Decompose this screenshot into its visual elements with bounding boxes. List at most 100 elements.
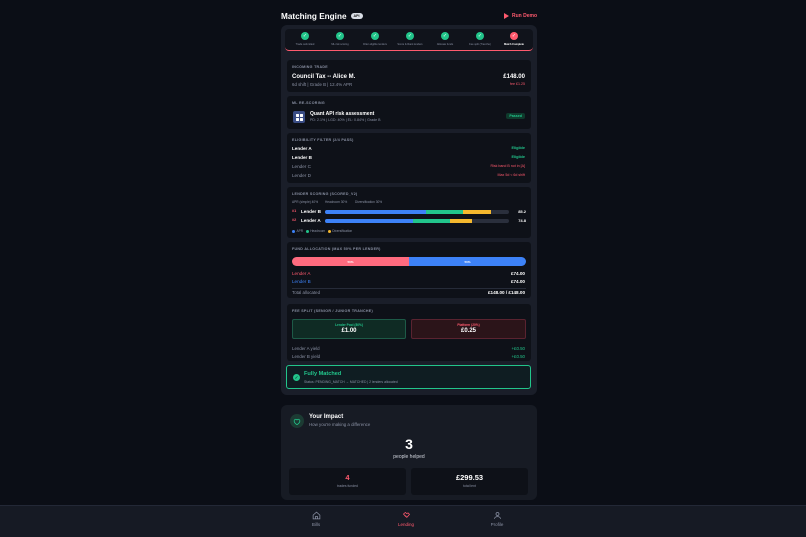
fee-value: £1.00 xyxy=(341,328,357,334)
fee-split-card: FEE SPLIT (SENIOR / JUNIOR TRANCHE) Lend… xyxy=(287,304,531,361)
section-title: LENDER SCORING (SCORED_V2) xyxy=(292,192,358,196)
section-title: FUND ALLOCATION (MAX 50% PER LENDER) xyxy=(292,247,381,251)
eligibility-result: Risk band B not in [A] xyxy=(490,164,525,168)
step-5[interactable]: ✓ Allocate funds xyxy=(427,32,463,46)
step-6[interactable]: ✓ Fee split (Tranche) xyxy=(462,32,498,46)
trade-details: 6d shift | Grade B | 12.4% APR xyxy=(292,82,353,87)
legend-dot xyxy=(305,229,309,233)
score-bar xyxy=(325,219,509,223)
impact-card: Your Impact How you're making a differen… xyxy=(281,405,537,500)
bottom-nav: Bills Lending Profile xyxy=(0,505,806,537)
yield-value: +£0.50 xyxy=(511,354,525,359)
step-2[interactable]: ✓ ML risk scoring xyxy=(322,32,358,46)
apr-segment xyxy=(325,210,427,214)
allocation-amount: £74.00 xyxy=(510,279,525,284)
step-1[interactable]: ✓ Trade submitted xyxy=(287,32,323,46)
impact-title: Your Impact xyxy=(309,414,344,420)
ml-model-name: Quant API risk assessment xyxy=(310,111,375,117)
yield-label: Lender B yield xyxy=(292,354,321,359)
match-status-card: ✓ Fully Matched Status: PENDING_MATCH → … xyxy=(286,365,531,389)
score-value: 74.8 xyxy=(518,218,526,223)
stat-value: 4 xyxy=(345,473,350,482)
step-4[interactable]: ✓ Score & Rank lenders xyxy=(392,32,428,46)
allocation-bar: 50% 50% xyxy=(292,257,526,266)
progress-steps: ✓ Trade submitted ✓ ML risk scoring ✓ Filte… xyxy=(285,29,533,51)
page-header: Matching Engine API Run Demo xyxy=(281,10,537,22)
check-icon: ✓ xyxy=(371,32,379,40)
weight-label: APR (simple) 40% xyxy=(292,200,319,204)
legend-dot xyxy=(327,229,331,233)
trade-fee: fee £1.25 xyxy=(510,82,525,86)
run-demo-label: Run Demo xyxy=(512,13,537,19)
step-label: Match Complete xyxy=(503,43,525,46)
lender-name: Lender B xyxy=(292,155,312,160)
eligibility-card: ELIGIBILITY FILTER (2/4 PASS) Lender A E… xyxy=(287,133,531,183)
score-bar xyxy=(325,210,509,214)
match-details: Status: PENDING_MATCH → MATCHED | 2 lend… xyxy=(304,379,398,384)
apr-segment xyxy=(325,219,414,223)
step-label: Trade submitted xyxy=(295,43,315,46)
lender-name: Lender C xyxy=(292,164,311,169)
divider xyxy=(292,288,526,289)
fund-allocation-card: FUND ALLOCATION (MAX 50% PER LENDER) 50%… xyxy=(287,242,531,298)
lender-name: Lender D xyxy=(292,173,311,178)
status-badge: Passed xyxy=(506,113,525,119)
nav-label: Profile xyxy=(490,522,504,527)
section-title: ML RE-SCORING xyxy=(292,101,325,105)
lender-pool-box: Lender Pool (80%) £1.00 xyxy=(292,319,406,339)
impact-subtitle: How you're making a difference xyxy=(309,422,371,427)
check-icon: ✓ xyxy=(301,32,309,40)
engine-panel: ✓ Trade submitted ✓ ML risk scoring ✓ Filte… xyxy=(281,25,537,395)
yield-value: +£0.50 xyxy=(511,346,525,351)
legend-dot xyxy=(292,229,295,233)
allocation-segment-a: 50% xyxy=(292,257,409,266)
heart-icon xyxy=(290,414,304,428)
lender-scoring-card: LENDER SCORING (SCORED_V2) APR (simple) … xyxy=(287,187,531,238)
trades-funded-stat: 4 trades funded xyxy=(289,468,406,495)
section-title: ELIGIBILITY FILTER (2/4 PASS) xyxy=(292,138,354,142)
trade-amount: £148.00 xyxy=(503,74,525,80)
home-icon xyxy=(312,511,320,520)
nav-lending[interactable]: Lending xyxy=(386,511,426,527)
check-icon: ✓ xyxy=(336,32,344,40)
lender-name: Lender A xyxy=(292,146,312,151)
step-7[interactable]: ✓ Match Complete xyxy=(496,32,532,46)
score-value: 85.2 xyxy=(518,209,526,214)
stat-value: £299.53 xyxy=(455,473,484,482)
ml-scoring-card: ML RE-SCORING Quant API risk assessment … xyxy=(287,96,531,129)
allocation-segment-b: 50% xyxy=(409,257,526,266)
page-title: Matching Engine xyxy=(281,11,347,21)
weight-label: Headroom 30% xyxy=(325,200,348,204)
nav-label: Lending xyxy=(397,522,415,527)
lender-name: Lender A xyxy=(292,271,311,276)
fee-label: Platform (20%) xyxy=(457,323,480,327)
nav-profile[interactable]: Profile xyxy=(477,511,517,527)
score-legend: APR Headroom Diversification xyxy=(292,229,352,233)
incoming-trade-card: INCOMING TRADE Council Tax -- Alice M. 6… xyxy=(287,60,531,92)
nav-bills[interactable]: Bills xyxy=(296,511,336,527)
diversification-segment xyxy=(450,219,473,223)
handshake-icon xyxy=(402,512,410,518)
legend-label: APR xyxy=(296,229,304,233)
nav-label: Bills xyxy=(311,522,321,527)
eligibility-result: Eligible xyxy=(511,146,525,150)
check-icon: ✓ xyxy=(510,32,518,40)
rank-label: #1 xyxy=(292,209,297,213)
weight-label: Diversification 30% xyxy=(355,200,383,204)
allocation-amount: £74.00 xyxy=(510,271,525,276)
match-title: Fully Matched xyxy=(304,371,342,377)
fee-value: £0.25 xyxy=(460,328,476,334)
total-lent-stat: £299.53 total lent xyxy=(411,468,528,495)
check-icon: ✓ xyxy=(406,32,414,40)
trade-name: Council Tax -- Alice M. xyxy=(292,74,356,80)
run-demo-button[interactable]: Run Demo xyxy=(504,13,537,19)
eligibility-result: Eligible xyxy=(511,155,525,159)
user-icon xyxy=(493,512,501,519)
step-label: ML risk scoring xyxy=(331,43,349,46)
step-3[interactable]: ✓ Filter eligible lenders xyxy=(357,32,393,46)
stat-label: trades funded xyxy=(337,484,358,488)
grid-icon xyxy=(293,111,305,123)
step-label: Score & Rank lenders xyxy=(397,43,423,46)
step-label: Fee split (Tranche) xyxy=(469,43,491,46)
legend-label: Diversification xyxy=(332,229,353,233)
